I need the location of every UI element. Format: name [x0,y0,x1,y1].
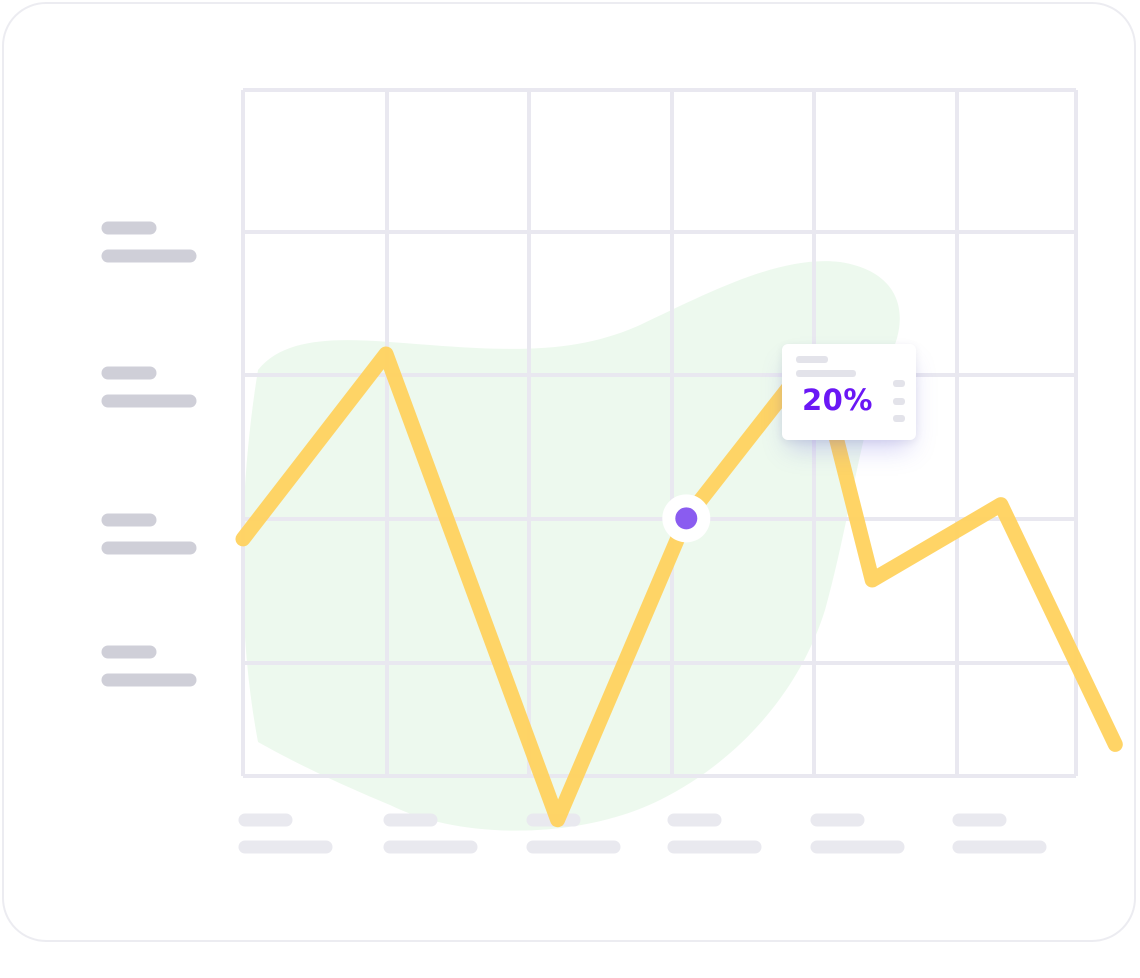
tooltip-subtitle-placeholder [796,370,856,377]
line-chart [101,88,1123,854]
tooltip-menu-dot [893,380,905,387]
highlight-marker [675,507,698,530]
tooltip-title-placeholder [796,356,828,363]
tooltip-menu-dot [893,398,905,405]
x-axis-tick-placeholders [238,813,1047,854]
y-axis-tick-placeholders [101,221,197,687]
tooltip-value: 20% [802,383,873,417]
value-tooltip: 20% [782,344,916,440]
highlight-layer [662,494,711,543]
tooltip-menu-dot [893,415,905,422]
